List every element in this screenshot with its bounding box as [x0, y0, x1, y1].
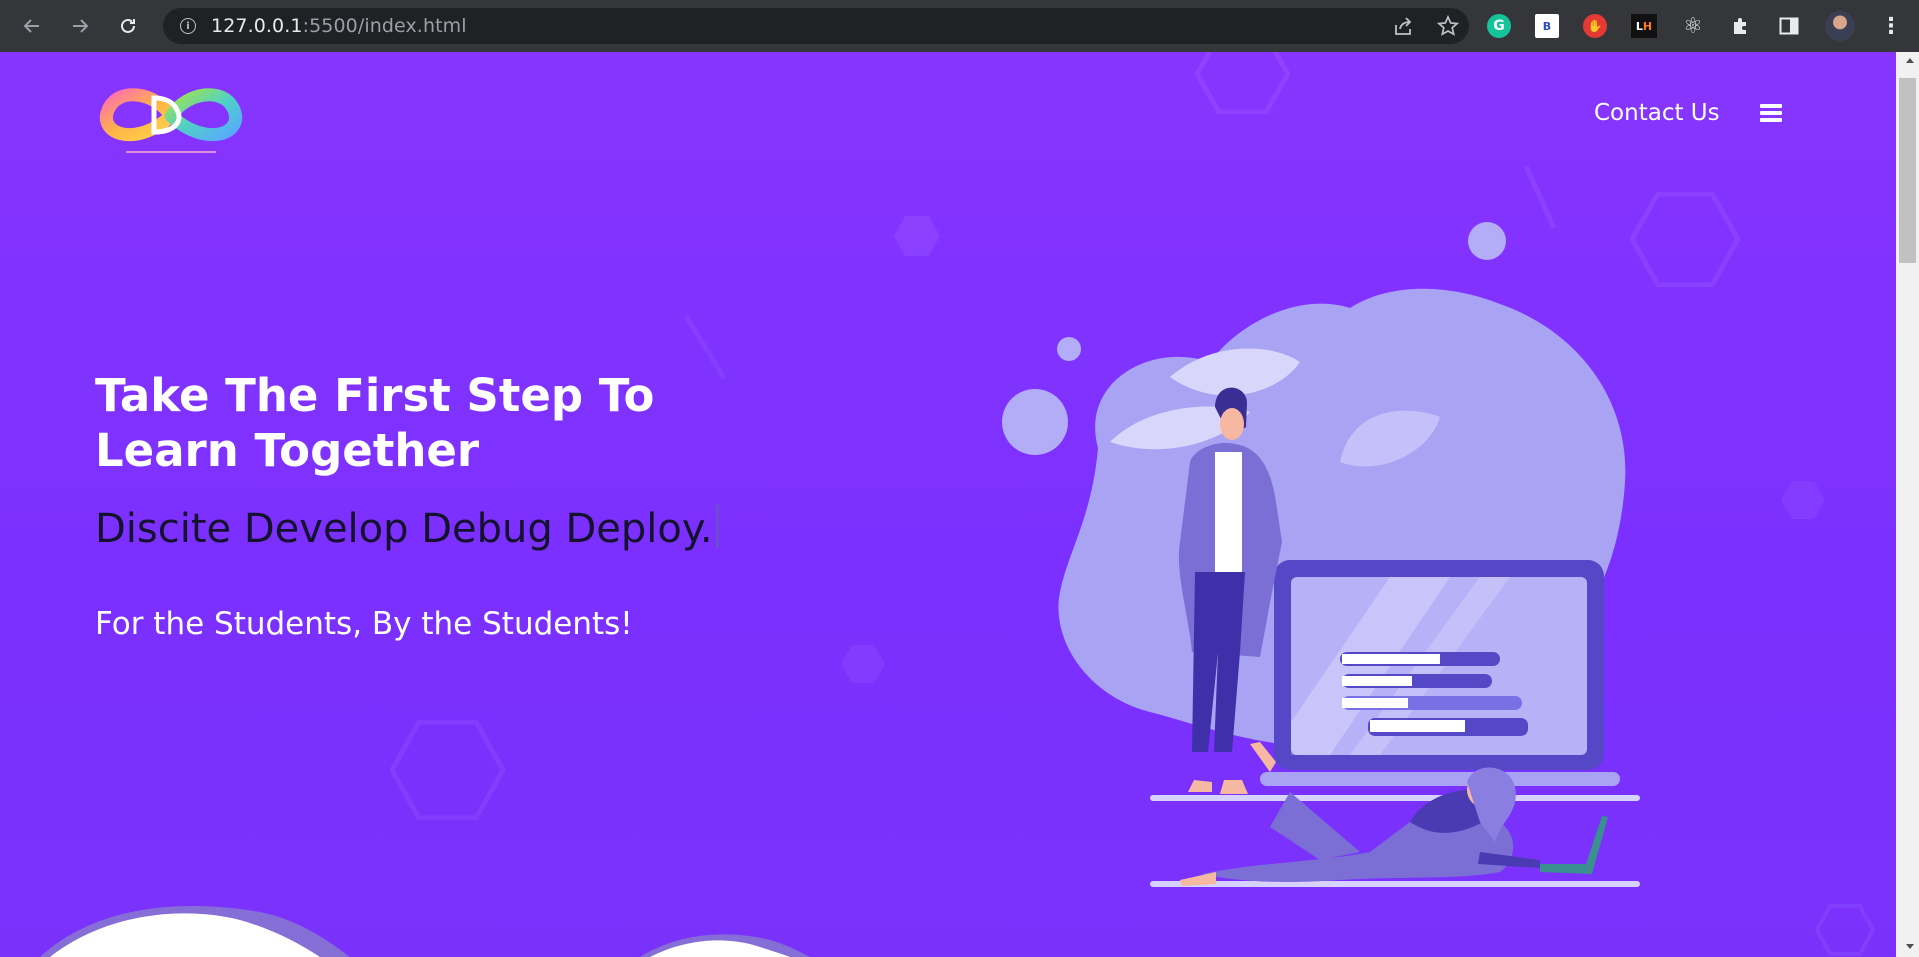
code-line-shape — [1342, 676, 1412, 686]
reload-icon — [121, 18, 135, 33]
lighthouse-l: L — [1635, 19, 1643, 33]
bottom-wave-decoration — [40, 906, 810, 957]
lighthouse-h: H — [1642, 19, 1653, 33]
hero-typed-text-content: Discite Develop Debug Deploy. — [95, 506, 713, 552]
extensions-puzzle-icon[interactable] — [1729, 14, 1753, 38]
url-host: 127.0.0.1 — [211, 15, 303, 37]
man-shirt-shape — [1215, 452, 1242, 572]
hexagon-decoration-icon — [1195, 52, 1290, 114]
scrollbar-thumb[interactable] — [1899, 78, 1916, 263]
man-foot-shape — [1188, 780, 1212, 792]
arrow-right-icon — [73, 19, 89, 33]
scroll-up-arrow-icon[interactable] — [1906, 58, 1914, 63]
browser-toolbar: i 127.0.0.1:5500/index.html G B ✋ LH ⚛ ⋮ — [0, 0, 1919, 52]
bubble-shape — [1002, 389, 1068, 455]
puzzle-icon — [1734, 18, 1746, 34]
hero-typed-text: Discite Develop Debug Deploy. — [95, 504, 719, 552]
site-info-icon[interactable]: i — [180, 18, 196, 34]
site-logo[interactable] — [96, 72, 246, 162]
url-text[interactable]: 127.0.0.1:5500/index.html — [211, 15, 467, 37]
grammarly-icon[interactable]: G — [1487, 14, 1511, 38]
bx-extension-icon[interactable]: B — [1535, 14, 1559, 38]
webpage-viewport: Contact Us Take The First Step To Learn … — [0, 52, 1896, 957]
hero-illustration — [1002, 222, 1640, 887]
reload-button[interactable] — [110, 8, 146, 44]
girl-foot-shape — [1250, 742, 1276, 772]
forward-button[interactable] — [62, 8, 98, 44]
address-bar[interactable]: i 127.0.0.1:5500/index.html — [163, 8, 1469, 44]
code-line-shape — [1342, 698, 1408, 708]
code-line-shape — [1370, 720, 1465, 732]
girl-leg-shape — [1270, 792, 1360, 860]
man-foot-shape — [1220, 780, 1248, 794]
hexagon-decoration-icon — [390, 720, 505, 820]
nav-contact-us-link[interactable]: Contact Us — [1594, 100, 1720, 126]
profile-avatar[interactable] — [1825, 11, 1855, 41]
hexagon-decoration-icon — [894, 216, 940, 256]
hero-title: Take The First Step To Learn Together — [95, 369, 655, 477]
typing-caret — [715, 504, 719, 548]
back-button[interactable] — [14, 8, 50, 44]
laptop-base — [1260, 772, 1620, 786]
code-line-shape — [1342, 654, 1440, 664]
bookmark-star-icon[interactable] — [1437, 15, 1459, 37]
arrow-left-icon — [23, 19, 39, 33]
man-head-shape — [1220, 408, 1244, 440]
side-panel-icon[interactable] — [1777, 14, 1801, 38]
hamburger-menu-icon[interactable] — [1760, 104, 1782, 122]
hexagon-decoration-icon — [1781, 481, 1825, 519]
side-panel-glyph — [1779, 17, 1799, 35]
small-laptop-shape — [1540, 816, 1608, 874]
react-devtools-icon[interactable]: ⚛ — [1681, 14, 1705, 39]
url-path: :5500/index.html — [302, 15, 467, 37]
share-icon[interactable] — [1393, 16, 1415, 36]
block-extension-icon[interactable]: ✋ — [1583, 14, 1607, 38]
lighthouse-icon[interactable]: LH — [1631, 14, 1657, 38]
hero-tagline: For the Students, By the Students! — [95, 606, 633, 642]
shelf-line-shape — [1150, 795, 1640, 801]
hexagon-decoration-icon — [841, 645, 885, 683]
bubble-shape — [1468, 222, 1506, 260]
browser-menu-icon[interactable]: ⋮ — [1879, 14, 1903, 39]
bubble-shape — [1057, 337, 1081, 361]
scroll-down-arrow-icon[interactable] — [1906, 944, 1914, 949]
